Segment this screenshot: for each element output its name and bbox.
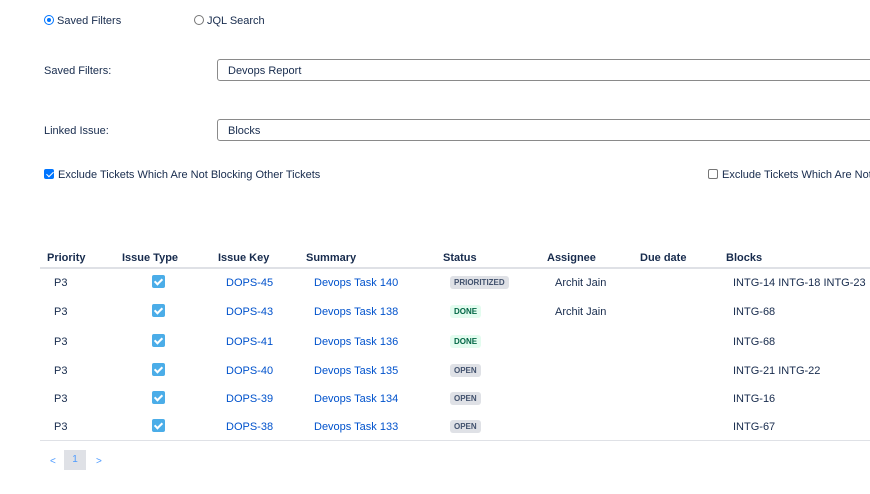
task-type-icon bbox=[152, 334, 165, 347]
issue-key-link[interactable]: DOPS-41 bbox=[226, 336, 273, 348]
status-badge: OPEN bbox=[450, 420, 481, 433]
status-badge: DONE bbox=[450, 305, 482, 318]
task-type-icon bbox=[152, 275, 165, 288]
assignee-cell: Archit Jain bbox=[555, 277, 607, 289]
checkbox-label: Exclude Tickets Which Are Not Blocking O… bbox=[58, 169, 321, 181]
exclude-second-checkbox[interactable] bbox=[708, 169, 718, 179]
summary-link[interactable]: Devops Task 134 bbox=[314, 393, 398, 405]
status-badge: OPEN bbox=[450, 392, 481, 405]
blocks-cell: INTG-68 bbox=[733, 336, 776, 348]
header-divider bbox=[40, 267, 870, 269]
summary-link[interactable]: Devops Task 136 bbox=[314, 336, 398, 348]
summary-link[interactable]: Devops Task 138 bbox=[314, 306, 398, 318]
priority-cell: P3 bbox=[54, 393, 68, 405]
header-status[interactable]: Status bbox=[443, 252, 477, 264]
summary-link[interactable]: Devops Task 140 bbox=[314, 277, 398, 289]
status-badge: OPEN bbox=[450, 364, 481, 377]
task-type-icon bbox=[152, 363, 165, 376]
blocks-cell: INTG-68 bbox=[733, 306, 776, 318]
blocks-cell: INTG-14 INTG-18 INTG-23 bbox=[733, 277, 866, 289]
table-bottom-divider bbox=[40, 440, 870, 441]
header-issue-key[interactable]: Issue Key bbox=[218, 252, 269, 264]
radio-saved-filters[interactable]: Saved Filters bbox=[44, 15, 121, 27]
header-summary[interactable]: Summary bbox=[306, 252, 356, 264]
task-type-icon bbox=[152, 304, 165, 317]
assignee-cell: Archit Jain bbox=[555, 306, 607, 318]
radio-label: Saved Filters bbox=[57, 15, 122, 27]
next-page-button[interactable]: > bbox=[96, 456, 102, 467]
radio-button[interactable] bbox=[194, 15, 204, 25]
header-due-date[interactable]: Due date bbox=[640, 252, 686, 264]
blocks-cell: INTG-21 INTG-22 bbox=[733, 365, 821, 377]
task-type-icon bbox=[152, 391, 165, 404]
issue-key-link[interactable]: DOPS-39 bbox=[226, 393, 273, 405]
issue-key-link[interactable]: DOPS-38 bbox=[226, 421, 273, 433]
issue-key-link[interactable]: DOPS-43 bbox=[226, 306, 273, 318]
priority-cell: P3 bbox=[54, 306, 68, 318]
header-blocks[interactable]: Blocks bbox=[726, 252, 762, 264]
prev-page-button[interactable]: < bbox=[50, 456, 56, 467]
page-1-button[interactable]: 1 bbox=[64, 450, 86, 470]
header-issue-type[interactable]: Issue Type bbox=[122, 252, 178, 264]
priority-cell: P3 bbox=[54, 365, 68, 377]
checkbox-label: Exclude Tickets Which Are Not A bbox=[722, 169, 870, 181]
blocks-cell: INTG-67 bbox=[733, 421, 776, 433]
status-badge: PRIORITIZED bbox=[450, 276, 509, 289]
priority-cell: P3 bbox=[54, 277, 68, 289]
priority-cell: P3 bbox=[54, 336, 68, 348]
linked-issue-select[interactable]: Blocks bbox=[217, 119, 870, 141]
exclude-second-option[interactable]: Exclude Tickets Which Are Not A bbox=[708, 169, 870, 181]
saved-filters-select[interactable]: Devops Report bbox=[217, 59, 870, 81]
radio-jql-search[interactable]: JQL Search bbox=[194, 15, 265, 27]
saved-filters-label: Saved Filters: bbox=[44, 65, 112, 77]
header-assignee[interactable]: Assignee bbox=[547, 252, 596, 264]
issue-key-link[interactable]: DOPS-40 bbox=[226, 365, 273, 377]
status-badge: DONE bbox=[450, 335, 482, 348]
issue-key-link[interactable]: DOPS-45 bbox=[226, 277, 273, 289]
linked-issue-label: Linked Issue: bbox=[44, 125, 109, 137]
header-priority[interactable]: Priority bbox=[47, 252, 86, 264]
summary-link[interactable]: Devops Task 133 bbox=[314, 421, 398, 433]
exclude-not-blocking-checkbox[interactable] bbox=[44, 169, 54, 179]
exclude-not-blocking-option[interactable]: Exclude Tickets Which Are Not Blocking O… bbox=[44, 169, 320, 181]
priority-cell: P3 bbox=[54, 421, 68, 433]
radio-label: JQL Search bbox=[207, 15, 265, 27]
blocks-cell: INTG-16 bbox=[733, 393, 776, 405]
summary-link[interactable]: Devops Task 135 bbox=[314, 365, 398, 377]
radio-button[interactable] bbox=[44, 15, 54, 25]
task-type-icon bbox=[152, 419, 165, 432]
